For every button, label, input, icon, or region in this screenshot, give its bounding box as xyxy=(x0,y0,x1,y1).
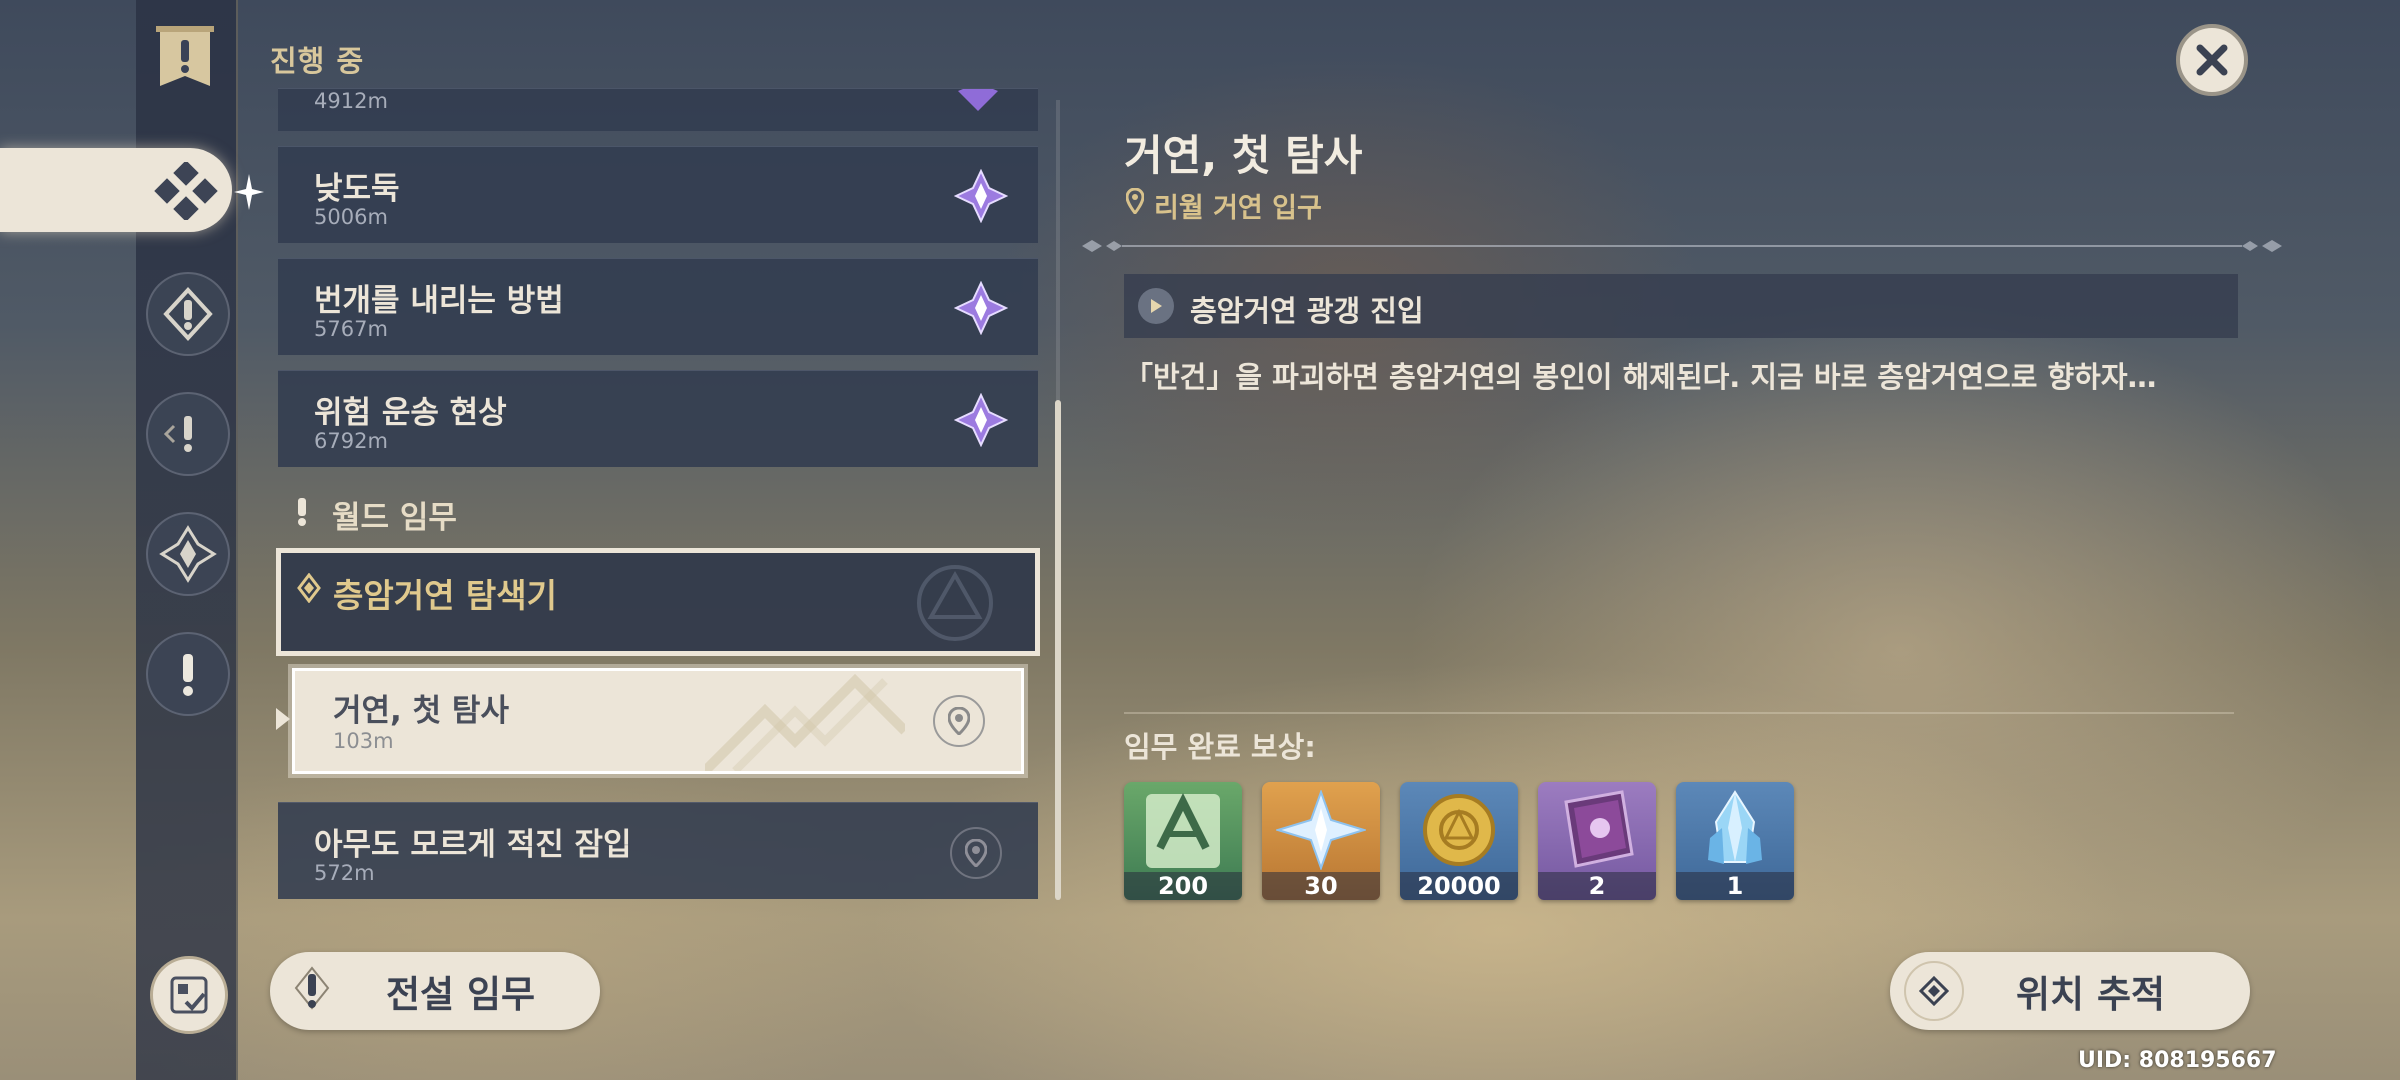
subquest-name: 거연, 첫 탐사 xyxy=(333,693,509,729)
decorative-pattern xyxy=(705,673,905,771)
quest-item[interactable]: 위험 운송 현상 6792m xyxy=(278,370,1038,467)
user-id: UID: 808195667 xyxy=(2078,1048,2277,1073)
track-location-label: 위치 추적 xyxy=(2016,973,2166,1016)
legend-quest-label: 전설 임무 xyxy=(386,973,536,1016)
archon-quest-icon xyxy=(958,89,998,111)
reward-mystic-ore[interactable]: 1 xyxy=(1676,782,1794,900)
track-diamond-icon xyxy=(1919,976,1949,1006)
category-all-tab[interactable] xyxy=(0,148,232,232)
quest-item-partial[interactable]: 4912m xyxy=(278,88,1038,131)
chasm-emblem-icon xyxy=(917,565,993,641)
selected-arrow-icon xyxy=(276,708,290,730)
category-story-tab[interactable] xyxy=(146,392,230,476)
world-quest-icon xyxy=(298,498,306,526)
location-pin-icon xyxy=(965,839,987,867)
subquest-item[interactable]: 아무도 모르게 적진 잠입 572m xyxy=(278,802,1038,899)
reward-count: 30 xyxy=(1262,872,1380,900)
quest-location: 리월 거연 입구 xyxy=(1154,193,1322,224)
subquest-distance: 572m xyxy=(314,861,375,885)
primogem-icon xyxy=(1276,790,1366,870)
legend-quest-icon-wrap xyxy=(284,963,340,1019)
quest-detail-title: 거연, 첫 탐사 xyxy=(1124,131,1363,180)
quest-name: 번개를 내리는 방법 xyxy=(314,283,564,319)
reward-heros-wit[interactable]: 2 xyxy=(1538,782,1656,900)
navigate-button[interactable] xyxy=(933,695,985,747)
reward-adventure-exp[interactable]: 200 xyxy=(1124,782,1242,900)
quest-distance: 5767m xyxy=(314,317,388,341)
track-icon-wrap xyxy=(1904,961,1964,1021)
reward-count: 2 xyxy=(1538,872,1656,900)
adventure-exp-icon xyxy=(1146,793,1220,868)
subquest-distance: 103m xyxy=(333,729,394,753)
archon-quest-icon xyxy=(954,393,1008,447)
in-progress-header: 진행 중 xyxy=(270,44,365,78)
quest-name: 위험 운송 현상 xyxy=(314,395,507,431)
story-quest-icon xyxy=(163,416,192,452)
all-quests-icon xyxy=(154,162,218,220)
quest-distance: 4912m xyxy=(314,89,388,113)
archon-quest-icon xyxy=(163,287,213,341)
category-world-tab[interactable] xyxy=(146,632,230,716)
quest-banner-icon xyxy=(156,26,214,86)
reward-primogem[interactable]: 30 xyxy=(1262,782,1380,900)
quest-distance: 5006m xyxy=(314,205,388,229)
current-step: 층암거연 광갱 진입 xyxy=(1124,274,2238,338)
reward-divider xyxy=(1124,712,2234,714)
world-quest-section-label: 월드 임무 xyxy=(332,500,457,536)
selected-sparkle-icon xyxy=(234,174,264,210)
world-quest-group-title: 층암거연 탐색기 xyxy=(333,576,558,615)
world-quest-group[interactable]: 층암거연 탐색기 xyxy=(276,548,1040,656)
mora-icon xyxy=(1423,794,1495,866)
step-arrow-icon xyxy=(1138,288,1174,324)
current-step-text: 층암거연 광갱 진입 xyxy=(1190,294,1424,328)
quest-book-button[interactable] xyxy=(150,956,228,1034)
quest-item[interactable]: 낮도둑 5006m xyxy=(278,146,1038,243)
world-quest-icon xyxy=(183,654,193,696)
location-pin-icon xyxy=(1126,188,1144,214)
reward-mora[interactable]: 20000 xyxy=(1400,782,1518,900)
quest-description: 「반건」을 파괴하면 층암거연의 봉인이 해제된다. 지금 바로 층암거연으로 … xyxy=(1124,360,2157,394)
archon-quest-icon xyxy=(954,281,1008,335)
close-icon xyxy=(2196,44,2228,76)
ornament-divider xyxy=(1082,240,2282,252)
world-quest-icon xyxy=(297,573,321,603)
commission-quest-icon xyxy=(159,525,217,583)
navigate-button[interactable] xyxy=(950,827,1002,879)
mystic-ore-icon xyxy=(1708,790,1762,864)
reward-count: 200 xyxy=(1124,872,1242,900)
reward-count: 1 xyxy=(1676,872,1794,900)
reward-label: 임무 완료 보상: xyxy=(1124,730,1316,764)
archon-quest-icon xyxy=(954,169,1008,223)
quest-book-icon xyxy=(170,976,208,1014)
category-archon-tab[interactable] xyxy=(146,272,230,356)
subquest-name: 아무도 모르게 적진 잠입 xyxy=(314,827,632,863)
category-commission-tab[interactable] xyxy=(146,512,230,596)
track-location-button[interactable]: 위치 추적 xyxy=(1890,952,2250,1030)
quest-list-scroll-thumb[interactable] xyxy=(1055,400,1061,900)
legend-quest-button[interactable]: 전설 임무 xyxy=(270,952,600,1030)
close-button[interactable] xyxy=(2176,24,2248,96)
quest-name: 낮도둑 xyxy=(314,171,400,207)
subquest-item-selected[interactable]: 거연, 첫 탐사 103m xyxy=(292,668,1024,774)
quest-distance: 6792m xyxy=(314,429,388,453)
location-pin-icon xyxy=(948,707,970,735)
quest-item[interactable]: 번개를 내리는 방법 5767m xyxy=(278,258,1038,355)
heros-wit-book-icon xyxy=(1564,790,1634,868)
reward-count: 20000 xyxy=(1400,872,1518,900)
legend-quest-icon xyxy=(294,966,330,1010)
